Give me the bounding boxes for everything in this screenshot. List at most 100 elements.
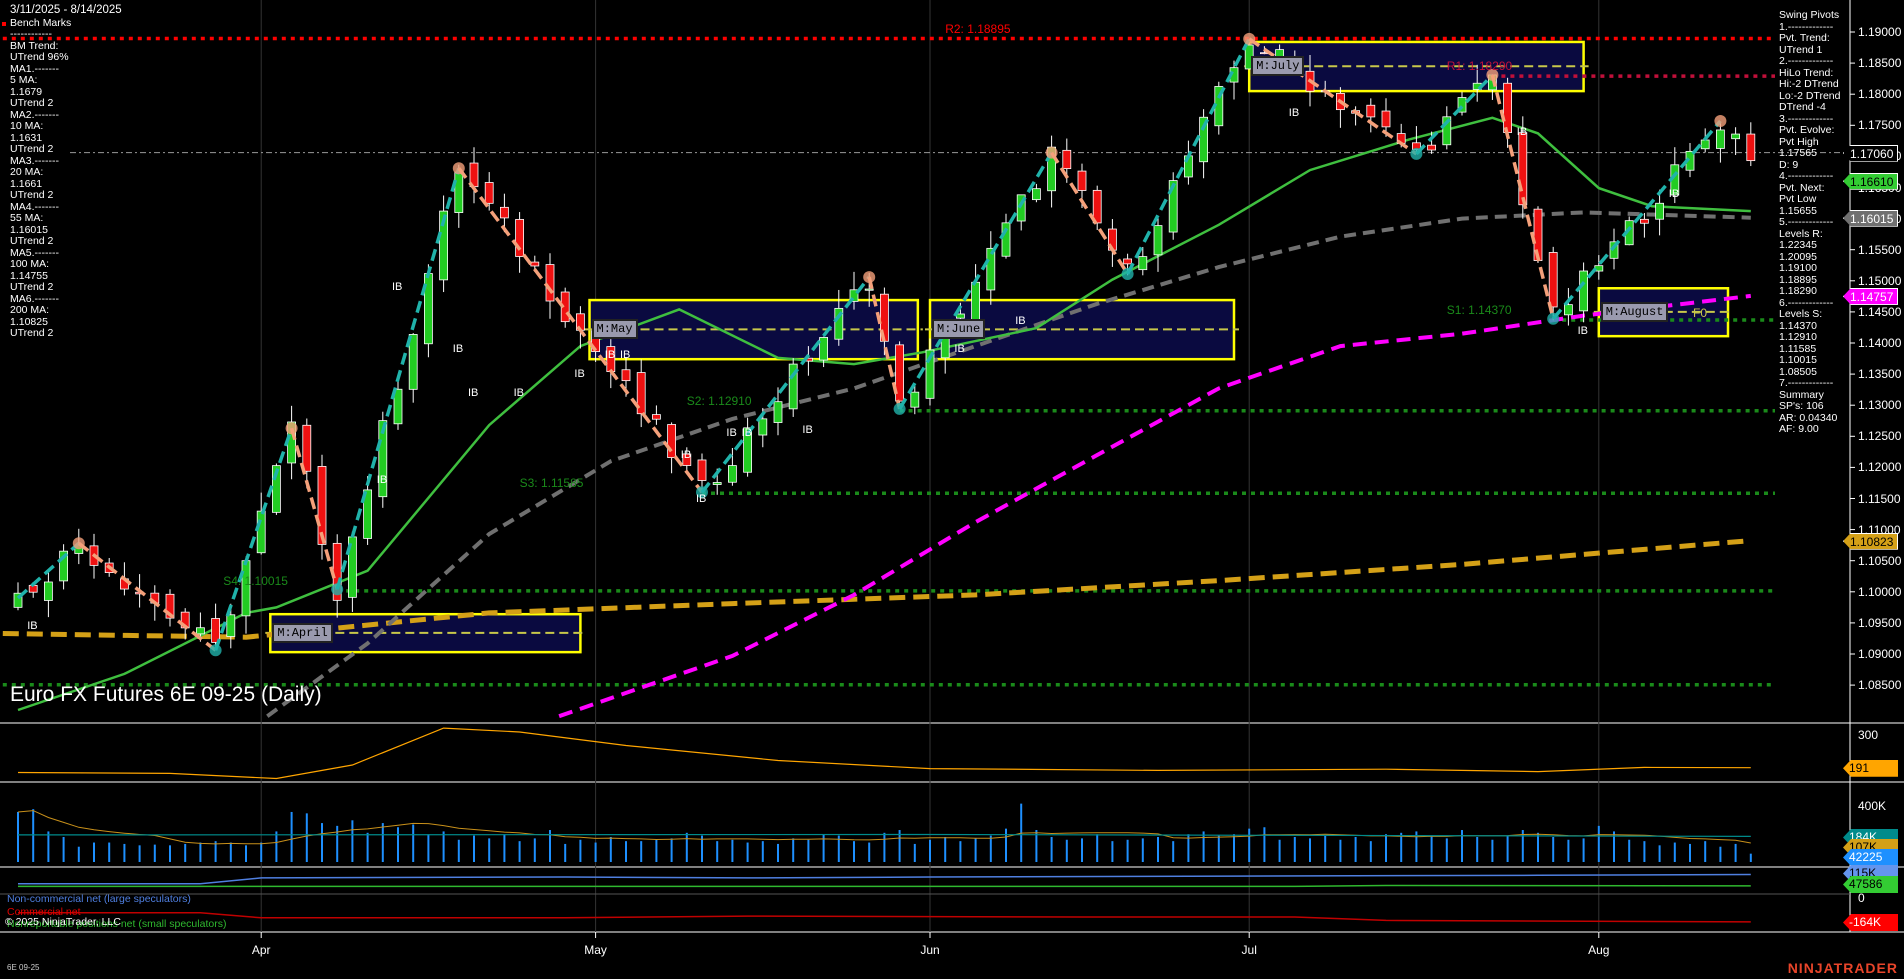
benchmark-line: UTrend 2: [10, 327, 54, 339]
ib-marker: IB: [696, 492, 707, 505]
candle-body: [1640, 218, 1649, 224]
pivot-line: 1.18290: [1779, 285, 1817, 297]
ib-marker: IB: [513, 386, 524, 399]
price-tag: 1.16015: [1843, 209, 1898, 227]
candle: [1184, 140, 1193, 185]
month-box-label: M:April: [272, 622, 333, 643]
y-tick-label: 1.10000: [1858, 584, 1902, 599]
candle-body: [302, 424, 312, 472]
indicator-tick: 300: [1858, 728, 1879, 742]
candle: [1108, 219, 1117, 267]
candle-body: [1062, 149, 1072, 170]
candle: [697, 453, 707, 491]
candle: [408, 333, 418, 403]
candle-body: [1366, 104, 1376, 118]
candle-body: [484, 182, 494, 204]
month-label-apr: Apr: [251, 943, 271, 957]
candle-body: [773, 401, 783, 423]
candle: [1746, 122, 1756, 167]
candle: [1579, 262, 1588, 323]
candle-body: [1716, 129, 1725, 149]
candle-body: [758, 418, 768, 436]
y-tick-label: 1.10500: [1858, 553, 1902, 568]
candle: [287, 405, 297, 480]
candle: [302, 418, 312, 489]
y-tick-label: 1.17500: [1858, 118, 1902, 133]
date-range: 3/11/2025 - 8/14/2025: [10, 4, 122, 16]
candle-body: [1579, 270, 1588, 312]
y-tick-label: 1.08500: [1858, 678, 1902, 693]
candle-body: [408, 334, 418, 390]
month-label-jul: Jul: [1241, 943, 1257, 957]
month-box-label: M:August: [1600, 301, 1669, 322]
candle: [1716, 122, 1725, 163]
y-tick-label: 1.09500: [1858, 615, 1902, 630]
level-label: S3: 1.11585: [519, 476, 584, 491]
price-tag: 1.16610: [1843, 172, 1898, 190]
legend-item: Non-commercial net (large speculators): [7, 893, 191, 905]
swing-up-line: [898, 151, 1054, 410]
benchmark-line: UTrend 2: [10, 189, 54, 201]
ib-marker: IB: [468, 386, 479, 399]
candle-body: [1123, 258, 1132, 265]
month-box-label: M:May: [591, 319, 638, 340]
pivot-line: Pvt. Trend:: [1779, 32, 1830, 44]
y-tick-label: 1.13500: [1858, 367, 1902, 382]
ib-marker: IB: [726, 427, 737, 440]
benchmark-line: UTrend 96%: [10, 51, 69, 63]
candle: [317, 454, 327, 560]
ib-marker: IB: [1577, 324, 1588, 337]
candle-body: [1746, 133, 1756, 162]
candle-body: [530, 261, 540, 267]
benchmark-line: UTrend 2: [10, 97, 54, 109]
month-box-extra: F0: [1693, 305, 1708, 320]
price-tag: 1.17060: [1843, 144, 1898, 162]
chart-title: Euro FX Futures 6E 09-25 (Daily): [10, 683, 322, 706]
ib-marker: IB: [1288, 106, 1300, 119]
candle: [1442, 106, 1452, 150]
candle-body: [226, 614, 236, 637]
benchmark-line: UTrend 2: [10, 235, 54, 247]
y-tick-label: 1.18000: [1858, 87, 1902, 102]
candle-body: [819, 337, 828, 361]
ib-marker: IB: [802, 424, 813, 437]
y-tick-label: 1.12000: [1858, 460, 1902, 475]
candle-body: [652, 414, 661, 420]
candle: [1594, 255, 1604, 280]
candle-body: [499, 206, 509, 219]
candle: [986, 231, 996, 305]
candle-body: [1503, 82, 1512, 133]
pivot-line: 1.12910: [1779, 331, 1817, 343]
volume-average-line: [17, 810, 1751, 845]
copyright: © 2025 NinjaTrader, LLC: [5, 916, 121, 928]
pivot-line: Swing Pivots: [1779, 9, 1840, 21]
y-tick-label: 1.19000: [1858, 25, 1902, 39]
candle-body: [1153, 225, 1163, 256]
symbol-label: 6E 09-25: [7, 963, 40, 972]
candle-body: [256, 510, 266, 554]
candle-body: [956, 313, 965, 319]
ib-marker: IB: [1668, 187, 1680, 200]
candle-body: [545, 264, 555, 302]
pivot-line: DTrend -4: [1779, 101, 1826, 113]
candle-body: [1077, 170, 1087, 191]
pivot-line: 7.-------------: [1779, 377, 1834, 389]
candle: [1047, 135, 1056, 208]
candle-body: [1138, 256, 1148, 271]
level-label: R2: 1.18895: [945, 21, 1011, 36]
pivot-line: 1.10015: [1779, 354, 1817, 366]
price-chart[interactable]: [0, 0, 1904, 979]
level-label: R1: 1.18290: [1446, 59, 1513, 74]
candle: [1731, 127, 1740, 155]
pivot-line: 4.-------------: [1779, 170, 1834, 182]
benchmark-line: UTrend 2: [10, 143, 54, 155]
candle: [515, 212, 524, 273]
candle: [393, 379, 403, 430]
y-tick-label: 1.14500: [1858, 304, 1902, 319]
y-tick-label: 1.14000: [1858, 336, 1902, 350]
y-tick-label: 1.15500: [1858, 242, 1902, 257]
candle-body: [712, 482, 722, 485]
candle-body: [864, 288, 874, 291]
candle-body: [454, 171, 464, 213]
pivot-line: 1.22345: [1779, 239, 1817, 251]
